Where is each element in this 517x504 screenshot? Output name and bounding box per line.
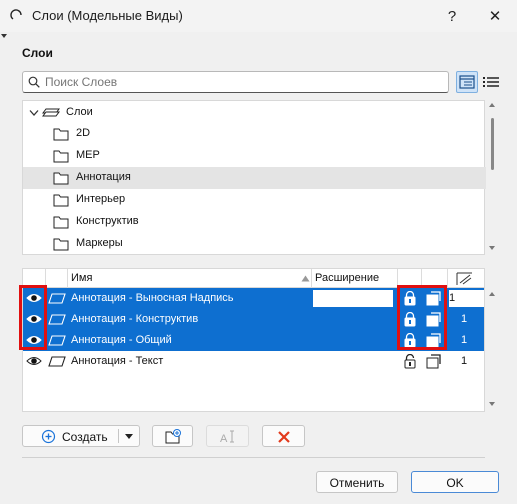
delete-button[interactable] xyxy=(262,425,305,447)
window-title: Слои (Модельные Виды) xyxy=(32,8,183,23)
intersection-number: 1 xyxy=(449,292,456,304)
table-row[interactable]: Аннотация - Текст 1 xyxy=(23,351,484,372)
new-folder-button[interactable] xyxy=(152,425,193,447)
delete-x-icon xyxy=(278,431,290,443)
tree-item-interior[interactable]: Интерьер xyxy=(23,189,486,211)
search-input[interactable] xyxy=(45,74,440,90)
column-header-extension[interactable]: Расширение xyxy=(315,272,379,284)
ok-button[interactable]: OK xyxy=(411,471,499,493)
layer-name: Аннотация - Выносная Надпись xyxy=(71,292,234,304)
layer-type-icon xyxy=(48,356,66,367)
title-bar: Слои (Модельные Виды) ? ✕ xyxy=(0,0,517,32)
app-icon xyxy=(10,9,22,20)
create-button[interactable]: Создать xyxy=(22,425,140,447)
visibility-highlight-frame xyxy=(19,285,47,350)
lock-highlight-frame xyxy=(397,285,447,350)
tree-item-annotation[interactable]: Аннотация xyxy=(23,167,486,189)
intersection-number[interactable]: 1 xyxy=(461,334,467,346)
layer-name: Аннотация - Конструктив xyxy=(71,313,199,325)
intersection-number[interactable]: 1 xyxy=(461,313,467,325)
intersection-number[interactable]: 1 xyxy=(461,355,467,367)
tree-item-mep[interactable]: MEP xyxy=(23,145,486,167)
tree-root-item[interactable]: Слои xyxy=(23,102,486,124)
intersection-priority-icon xyxy=(456,272,472,285)
create-label: Создать xyxy=(62,430,108,444)
wireframe-icon[interactable] xyxy=(426,354,442,369)
layer-name: Аннотация - Текст xyxy=(71,355,164,367)
tree-item-label: Конструктив xyxy=(76,215,139,227)
tree-item-structure[interactable]: Конструктив xyxy=(23,211,486,233)
scroll-down-icon[interactable] xyxy=(489,402,495,406)
tree-item-label: Слои xyxy=(66,106,93,118)
scroll-down-icon[interactable] xyxy=(489,246,495,250)
layers-icon xyxy=(42,108,60,117)
folder-icon xyxy=(53,150,69,163)
chevron-down-icon[interactable] xyxy=(29,109,39,117)
dropdown-arrow-icon[interactable] xyxy=(124,433,134,440)
sort-up-icon[interactable] xyxy=(301,275,310,282)
cancel-label: Отменить xyxy=(329,476,385,490)
tree-item-label: Интерьер xyxy=(76,193,126,205)
tree-item-markers[interactable]: Маркеры xyxy=(23,233,486,255)
tree-scrollbar[interactable] xyxy=(488,100,497,255)
layer-type-icon xyxy=(48,314,66,325)
cancel-button[interactable]: Отменить xyxy=(316,471,398,493)
layer-name: Аннотация - Общий xyxy=(71,334,172,346)
tree-item-label: MEP xyxy=(76,149,100,161)
eye-visible-icon[interactable] xyxy=(26,355,42,367)
unlock-icon[interactable] xyxy=(403,354,417,369)
folder-icon xyxy=(53,194,69,207)
list-view-icon xyxy=(483,77,499,87)
scroll-up-icon[interactable] xyxy=(489,292,495,296)
layer-folder-tree[interactable]: Слои 2D MEP Аннотация Интерьер Конструкт… xyxy=(22,100,486,255)
help-button[interactable]: ? xyxy=(430,0,474,32)
search-box[interactable] xyxy=(22,71,449,93)
folder-icon xyxy=(53,172,69,185)
section-title: Слои xyxy=(22,46,53,60)
scroll-up-icon[interactable] xyxy=(489,103,495,107)
search-icon xyxy=(28,76,40,88)
svg-text:A: A xyxy=(220,433,228,444)
scroll-thumb[interactable] xyxy=(491,118,494,170)
table-scrollbar[interactable] xyxy=(488,268,497,412)
rename-button[interactable]: A xyxy=(206,425,249,447)
folder-icon xyxy=(53,238,69,251)
layer-type-icon xyxy=(48,335,66,346)
collapse-arrow-icon[interactable] xyxy=(1,34,7,38)
tree-item-label: 2D xyxy=(76,127,91,139)
tree-view-button[interactable] xyxy=(456,71,478,93)
layer-type-icon xyxy=(48,293,66,304)
new-folder-icon xyxy=(165,429,181,444)
tree-item-2d[interactable]: 2D xyxy=(23,123,486,145)
folder-icon xyxy=(53,216,69,229)
tree-item-label: Аннотация xyxy=(76,171,131,183)
column-header-name[interactable]: Имя xyxy=(71,272,92,284)
extension-field[interactable] xyxy=(313,290,393,307)
intersection-number-field[interactable]: 1 xyxy=(449,290,484,307)
list-view-button[interactable] xyxy=(481,71,501,93)
tree-view-icon xyxy=(459,75,475,89)
plus-circle-icon xyxy=(41,429,56,444)
folder-icon xyxy=(53,128,69,141)
separator xyxy=(22,457,485,458)
tree-item-label: Маркеры xyxy=(76,237,123,249)
close-button[interactable]: ✕ xyxy=(473,0,517,32)
rename-icon: A xyxy=(220,430,234,444)
ok-label: OK xyxy=(446,476,464,490)
